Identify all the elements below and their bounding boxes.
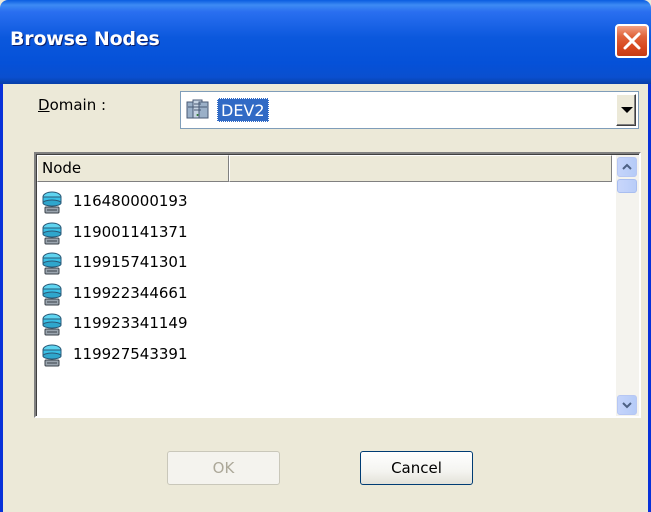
scroll-thumb[interactable] (617, 179, 637, 193)
column-header-node[interactable]: Node (37, 155, 229, 182)
scroll-up-button[interactable] (617, 157, 637, 177)
window-border-left (0, 84, 3, 512)
column-header-blank[interactable] (229, 155, 612, 182)
title-bar[interactable]: Browse Nodes (0, 0, 651, 84)
domain-select[interactable]: DEV2 (180, 91, 639, 129)
close-icon (623, 32, 641, 50)
scroll-down-button[interactable] (617, 395, 637, 415)
cancel-button[interactable]: Cancel (360, 451, 473, 485)
computer-node-icon (41, 313, 63, 341)
computer-node-icon (41, 252, 63, 280)
node-label: 116480000193 (73, 192, 188, 210)
node-label: 119915741301 (73, 253, 188, 271)
node-label: 119923341149 (73, 314, 188, 332)
node-label: 119922344661 (73, 283, 188, 302)
domain-label-text: omain : (49, 96, 107, 114)
node-label: 119927543391 (73, 344, 188, 363)
domain-label: Domain : (38, 96, 106, 114)
close-button[interactable] (615, 24, 649, 58)
chevron-down-icon[interactable] (616, 94, 636, 126)
chevron-down-icon (622, 402, 632, 409)
window-title: Browse Nodes (10, 28, 160, 50)
computer-node-icon (41, 283, 63, 311)
computer-node-icon (41, 222, 63, 250)
node-list[interactable]: Node 116480000193 119001141371 119915741… (34, 152, 641, 418)
ok-button[interactable]: OK (167, 451, 280, 485)
domain-selected-value: DEV2 (217, 98, 269, 122)
vertical-scrollbar[interactable] (616, 155, 639, 416)
server-icon (186, 99, 210, 125)
node-label: 119001141371 (73, 222, 188, 241)
chevron-up-icon (622, 163, 632, 170)
computer-node-icon (41, 344, 63, 372)
computer-node-icon (41, 191, 63, 219)
domain-label-mnemonic: D (38, 96, 50, 114)
